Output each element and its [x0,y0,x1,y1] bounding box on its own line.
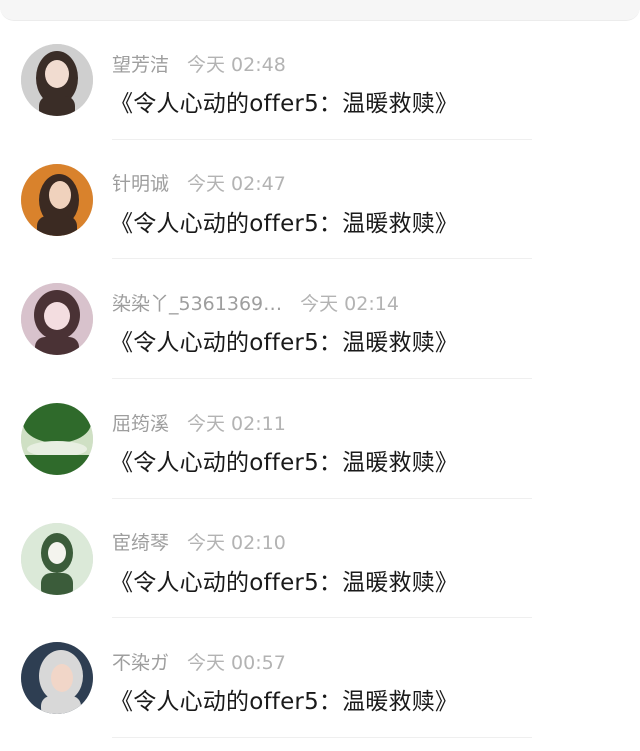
comment-timestamp: 今天 02:10 [187,532,286,555]
comment-username[interactable]: 染染丫_5361369… [112,289,282,316]
comment-text: 《令人心动的offer5：温暖救赎》 [110,210,459,237]
comment-item[interactable]: 不染ガ 今天 00:57 《令人心动的offer5：温暖救赎》 [0,618,640,739]
girl-orange-background-avatar[interactable] [21,163,93,236]
comment-text: 《令人心动的offer5：温暖救赎》 [110,689,459,716]
anime-cat-girl-avatar[interactable] [21,283,93,356]
comment-text: 《令人心动的offer5：温暖救赎》 [110,91,459,117]
green-trees-avatar[interactable] [21,403,93,476]
comment-timestamp: 今天 02:14 [300,292,399,315]
comment-username[interactable]: 屈筠溪 [112,409,169,436]
comment-username[interactable]: 针明诚 [112,169,169,196]
girl-portrait-avatar[interactable] [21,44,93,116]
avatar-image [21,44,93,116]
hooded-girl-avatar[interactable] [21,642,93,715]
comment-text: 《令人心动的offer5：温暖救赎》 [110,330,459,357]
avatar-image [21,403,93,476]
comment-text: 《令人心动的offer5：温暖救赎》 [110,450,459,477]
comment-timestamp: 今天 02:11 [187,412,286,435]
comment-username[interactable]: 望芳洁 [112,50,169,77]
avatar-image [21,283,93,356]
comment-timestamp: 今天 02:48 [187,53,286,76]
comment-timestamp: 今天 00:57 [187,651,286,674]
avatar-image [21,163,93,236]
comment-item[interactable]: 针明诚 今天 02:47 《令人心动的offer5：温暖救赎》 [0,140,640,260]
comment-text: 《令人心动的offer5：温暖救赎》 [110,569,459,596]
avatar-image [21,642,93,715]
comment-item[interactable]: 宦绮琴 今天 02:10 《令人心动的offer5：温暖救赎》 [0,499,640,619]
comment-item[interactable]: 染染丫_5361369… 今天 02:14 《令人心动的offer5：温暖救赎》 [0,259,640,380]
comment-username[interactable]: 宦绮琴 [112,528,169,555]
comment-list: 望芳洁 今天 02:48 《令人心动的offer5：温暖救赎》 针明诚 今天 0… [0,20,640,739]
divider [112,737,532,739]
comment-item[interactable]: 望芳洁 今天 02:48 《令人心动的offer5：温暖救赎》 [0,20,640,140]
ancient-style-figure-avatar[interactable] [21,522,93,595]
comment-timestamp: 今天 02:47 [187,173,286,196]
comment-item[interactable]: 屈筠溪 今天 02:11 《令人心动的offer5：温暖救赎》 [0,379,640,499]
avatar-image [21,522,93,595]
top-search-bar-edge [0,0,640,21]
comment-username[interactable]: 不染ガ [112,648,169,675]
